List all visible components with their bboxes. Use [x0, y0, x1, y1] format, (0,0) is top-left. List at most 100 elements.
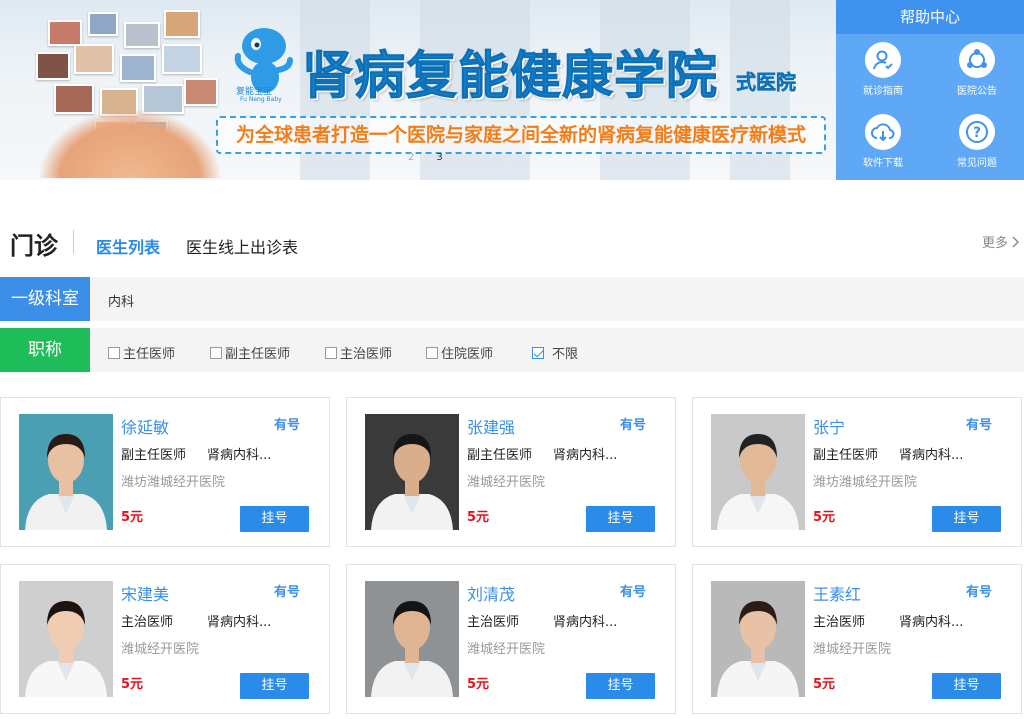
option-label: 不限: [552, 347, 579, 362]
checkbox[interactable]: [325, 347, 337, 359]
carousel-indicators: 23: [408, 152, 465, 163]
doctor-hospital: 潍城经开医院: [467, 642, 546, 657]
svg-text:?: ?: [973, 125, 981, 141]
title-filter: 职称 主任医师 副主任医师 主治医师 住院医师 不限: [0, 328, 1024, 372]
title-option-associate-chief[interactable]: 副主任医师: [210, 343, 290, 362]
doctor-rank: 主治医师: [467, 615, 520, 630]
help-item-guide[interactable]: 就诊指南: [836, 34, 930, 106]
register-button[interactable]: 挂号: [240, 506, 309, 532]
title-option-attending[interactable]: 主治医师: [325, 343, 392, 362]
help-item-label: 医院公告: [957, 86, 997, 97]
doctor-photo: [365, 581, 459, 697]
checkbox-checked[interactable]: [532, 347, 544, 359]
cloud-download-icon: [865, 114, 901, 150]
availability-badge: 有号: [620, 585, 647, 600]
department-filter-label: 一级科室: [0, 277, 90, 321]
availability-badge: 有号: [620, 418, 647, 433]
doctor-department: 肾病内科...: [899, 615, 964, 630]
doctor-photo: [711, 581, 805, 697]
help-item-download[interactable]: 软件下载: [836, 106, 930, 178]
checkbox[interactable]: [210, 347, 222, 359]
doctor-rank: 副主任医师: [467, 448, 533, 463]
title-option-chief[interactable]: 主任医师: [108, 343, 175, 362]
doctor-card[interactable]: 徐延敏 有号 副主任医师 肾病内科... 潍坊潍城经开医院 5元 挂号: [0, 397, 330, 547]
doctor-name[interactable]: 王素红: [813, 581, 861, 605]
mascot-sublabel: Fu Neng Baby: [240, 96, 282, 103]
title-option-resident[interactable]: 住院医师: [426, 343, 493, 362]
register-button[interactable]: 挂号: [240, 673, 309, 699]
more-link[interactable]: 更多: [982, 232, 1020, 251]
doctor-card[interactable]: 王素红 有号主治医师 肾病内科... 潍城经开医院 5元 挂号: [692, 564, 1022, 714]
doctor-card[interactable]: 张宁 有号 副主任医师 肾病内科... 潍坊潍城经开医院 5元 挂号: [692, 397, 1022, 547]
outpatient-tabs: 门诊 医生列表 医生线上出诊表 更多: [0, 222, 1024, 264]
availability-badge: 有号: [966, 418, 993, 433]
doctor-photo: [19, 414, 113, 530]
help-item-faq[interactable]: ? 常见问题: [930, 106, 1024, 178]
doctor-name[interactable]: 张宁: [813, 414, 845, 438]
doctor-department: 肾病内科...: [207, 448, 272, 463]
doctor-photo: [711, 414, 805, 530]
help-center-panel: 帮助中心 就诊指南 医院公告 软件下载 ? 常见问题: [836, 0, 1024, 180]
doctor-name[interactable]: 刘清茂: [467, 581, 515, 605]
doctor-department: 肾病内科...: [553, 448, 618, 463]
banner-carousel[interactable]: 复能宝宝 Fu Neng Baby 肾病复能健康学院 式医院 为全球患者打造一个…: [0, 0, 836, 180]
title-option-any[interactable]: 不限: [532, 343, 578, 362]
option-label: 主任医师: [123, 347, 176, 362]
doctor-card[interactable]: 刘清茂 有号 主治医师 肾病内科... 潍城经开医院 5元 挂号: [346, 564, 676, 714]
doctor-rank: 主治医师: [813, 615, 866, 630]
registration-fee: 5元: [467, 677, 490, 692]
department-filter: 一级科室 内科: [0, 277, 1024, 321]
banner-title-suffix: 式医院: [736, 70, 797, 95]
registration-fee: 5元: [121, 510, 144, 525]
register-button[interactable]: 挂号: [932, 506, 1001, 532]
registration-fee: 5元: [467, 510, 490, 525]
availability-badge: 有号: [274, 418, 301, 433]
registration-fee: 5元: [813, 677, 836, 692]
doctor-name[interactable]: 徐延敏: [121, 414, 169, 438]
availability-badge: 有号: [966, 585, 993, 600]
doctor-hospital: 潍城经开医院: [121, 642, 200, 657]
help-item-announcement[interactable]: 医院公告: [930, 34, 1024, 106]
banner-title: 肾病复能健康学院: [301, 47, 719, 107]
header: 复能宝宝 Fu Neng Baby 肾病复能健康学院 式医院 为全球患者打造一个…: [0, 0, 1024, 180]
option-label: 副主任医师: [225, 347, 291, 362]
availability-badge: 有号: [274, 585, 301, 600]
doctor-name[interactable]: 张建强: [467, 414, 515, 438]
more-label: 更多: [982, 236, 1009, 251]
doctor-photo: [365, 414, 459, 530]
doctor-card[interactable]: 张建强 有号副主任医师 肾病内科... 潍城经开医院 5元 挂号: [346, 397, 676, 547]
question-icon: ?: [959, 114, 995, 150]
option-label: 住院医师: [441, 347, 494, 362]
register-button[interactable]: 挂号: [586, 673, 655, 699]
register-button[interactable]: 挂号: [932, 673, 1001, 699]
doctor-rank: 主治医师: [121, 615, 174, 630]
banner-slogan: 为全球患者打造一个医院与家庭之间全新的肾病复能健康医疗新模式: [216, 116, 826, 154]
checkbox[interactable]: [108, 347, 120, 359]
tab-online-schedule[interactable]: 医生线上出诊表: [186, 234, 298, 258]
register-button[interactable]: 挂号: [586, 506, 655, 532]
doctor-department: 肾病内科...: [899, 448, 964, 463]
help-item-label: 常见问题: [957, 158, 997, 169]
hands-image: [40, 110, 220, 178]
doctor-hospital: 潍坊潍城经开医院: [813, 475, 918, 490]
doctor-rank: 副主任医师: [121, 448, 187, 463]
carousel-dot-active[interactable]: 3: [436, 152, 442, 163]
doctor-photo: [19, 581, 113, 697]
registration-fee: 5元: [121, 677, 144, 692]
divider: [73, 230, 74, 254]
doctor-department: 肾病内科...: [207, 615, 272, 630]
help-center-title: 帮助中心: [836, 0, 1024, 34]
section-heading: 门诊: [10, 232, 58, 260]
tab-doctor-list[interactable]: 医生列表: [96, 234, 160, 258]
user-guide-icon: [865, 42, 901, 78]
carousel-dot[interactable]: 2: [408, 152, 414, 163]
option-label: 主治医师: [340, 347, 393, 362]
registration-fee: 5元: [813, 510, 836, 525]
doctor-name[interactable]: 宋建美: [121, 581, 169, 605]
doctor-card[interactable]: 宋建美 有号主治医师 肾病内科... 潍城经开医院 5元 挂号: [0, 564, 330, 714]
doctor-hospital: 潍城经开医院: [813, 642, 892, 657]
help-item-label: 就诊指南: [863, 86, 903, 97]
doctor-hospital: 潍城经开医院: [467, 475, 546, 490]
department-option[interactable]: 内科: [108, 291, 134, 310]
checkbox[interactable]: [426, 347, 438, 359]
